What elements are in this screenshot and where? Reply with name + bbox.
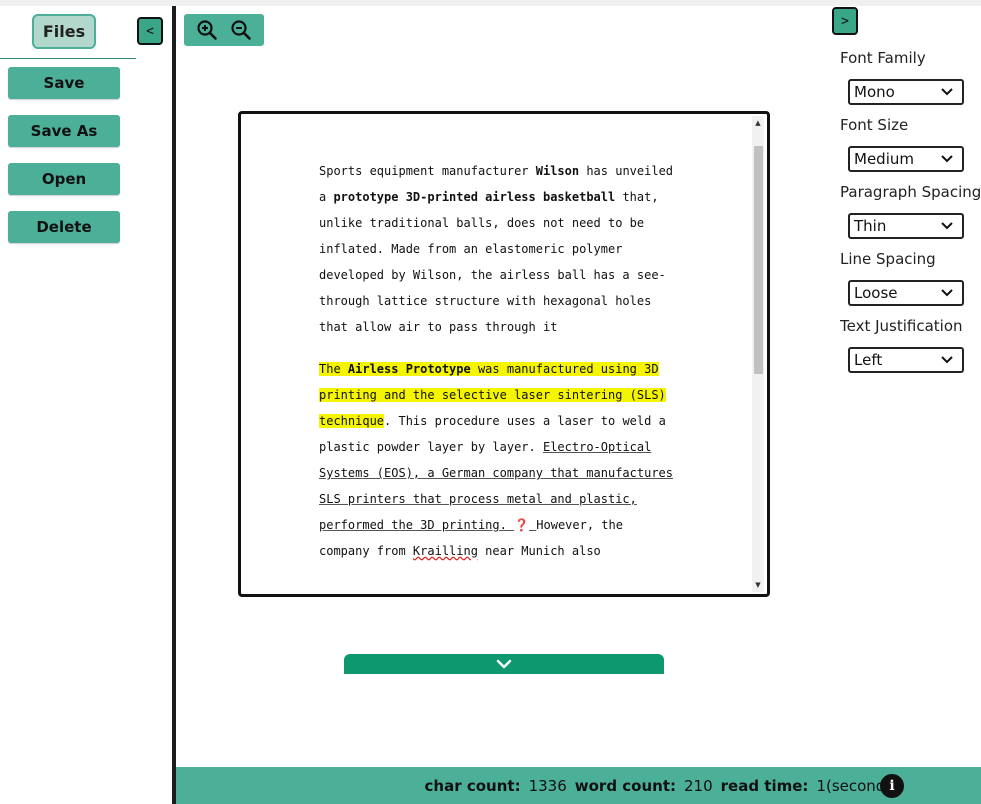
- chevron-down-icon: [940, 152, 954, 166]
- read-time-label: read time:: [720, 776, 809, 795]
- select-value: Left: [854, 351, 883, 369]
- open-button[interactable]: Open: [8, 163, 120, 195]
- word-count-label: word count:: [574, 776, 677, 795]
- char-count-label: char count:: [424, 776, 521, 795]
- text: Sports equipment manufacturer: [319, 164, 536, 178]
- text: near Munich also: [477, 544, 601, 558]
- chevron-down-icon: [940, 286, 954, 300]
- chevron-down-icon: [496, 659, 512, 669]
- chevron-down-icon: [940, 85, 954, 99]
- files-tab[interactable]: Files: [32, 14, 96, 49]
- paragraph-1: Sports equipment manufacturer Wilson has…: [319, 158, 679, 340]
- misspelled-word[interactable]: Krailling: [413, 544, 478, 558]
- font-size-select[interactable]: Medium: [848, 146, 964, 172]
- save-button[interactable]: Save: [8, 67, 120, 99]
- save-as-button[interactable]: Save As: [8, 115, 120, 147]
- font-family-label: Font Family: [840, 49, 926, 67]
- paragraph-2: The Airless Prototype was manufactured u…: [319, 356, 679, 564]
- select-value: Medium: [854, 150, 914, 168]
- info-icon[interactable]: i: [880, 774, 904, 798]
- line-spacing-select[interactable]: Loose: [848, 280, 964, 306]
- paragraph-spacing-label: Paragraph Spacing: [840, 183, 981, 201]
- zoom-in-icon[interactable]: [194, 17, 220, 43]
- select-value: Loose: [854, 284, 898, 302]
- paragraph-spacing-select[interactable]: Thin: [848, 213, 964, 239]
- expand-panel-button[interactable]: [344, 654, 664, 674]
- font-size-label: Font Size: [840, 116, 909, 134]
- collapse-sidebar-button[interactable]: <: [137, 17, 163, 45]
- text-justification-label: Text Justification: [840, 317, 963, 335]
- chevron-down-icon: [940, 353, 954, 367]
- status-bar: char count: 1336 word count: 210 read ti…: [176, 767, 981, 804]
- highlighted-bold-text: Airless Prototype: [347, 362, 471, 376]
- zoom-toolbar: [184, 14, 264, 46]
- collapse-options-button[interactable]: >: [832, 7, 858, 35]
- files-tab-underline: [0, 58, 136, 59]
- editor-scrollbar[interactable]: ▲ ▼: [752, 116, 764, 592]
- scroll-down-arrow-icon[interactable]: ▼: [752, 578, 764, 592]
- scroll-thumb[interactable]: [754, 146, 763, 374]
- bold-text: prototype 3D-printed airless basketball: [333, 190, 616, 204]
- font-family-select[interactable]: Mono: [848, 79, 964, 105]
- sidebar-divider: [172, 6, 176, 804]
- zoom-out-icon[interactable]: [228, 17, 254, 43]
- file-sidebar: Files < Save Save As Open Delete: [0, 6, 172, 804]
- select-value: Mono: [854, 83, 895, 101]
- word-count-value: 210: [684, 776, 713, 795]
- chevron-down-icon: [940, 219, 954, 233]
- select-value: Thin: [854, 217, 887, 235]
- bold-text: Wilson: [535, 164, 580, 178]
- text-editor[interactable]: Sports equipment manufacturer Wilson has…: [238, 111, 770, 597]
- text-justification-select[interactable]: Left: [848, 347, 964, 373]
- question-mark-icon[interactable]: ❓: [514, 518, 529, 532]
- scroll-up-arrow-icon[interactable]: ▲: [752, 116, 764, 130]
- char-count-value: 1336: [528, 776, 567, 795]
- editor-content[interactable]: Sports equipment manufacturer Wilson has…: [319, 158, 679, 580]
- highlighted-text: The: [319, 362, 348, 376]
- text: that, unlike traditional balls, does not…: [319, 190, 666, 334]
- delete-button[interactable]: Delete: [8, 211, 120, 243]
- line-spacing-label: Line Spacing: [840, 250, 936, 268]
